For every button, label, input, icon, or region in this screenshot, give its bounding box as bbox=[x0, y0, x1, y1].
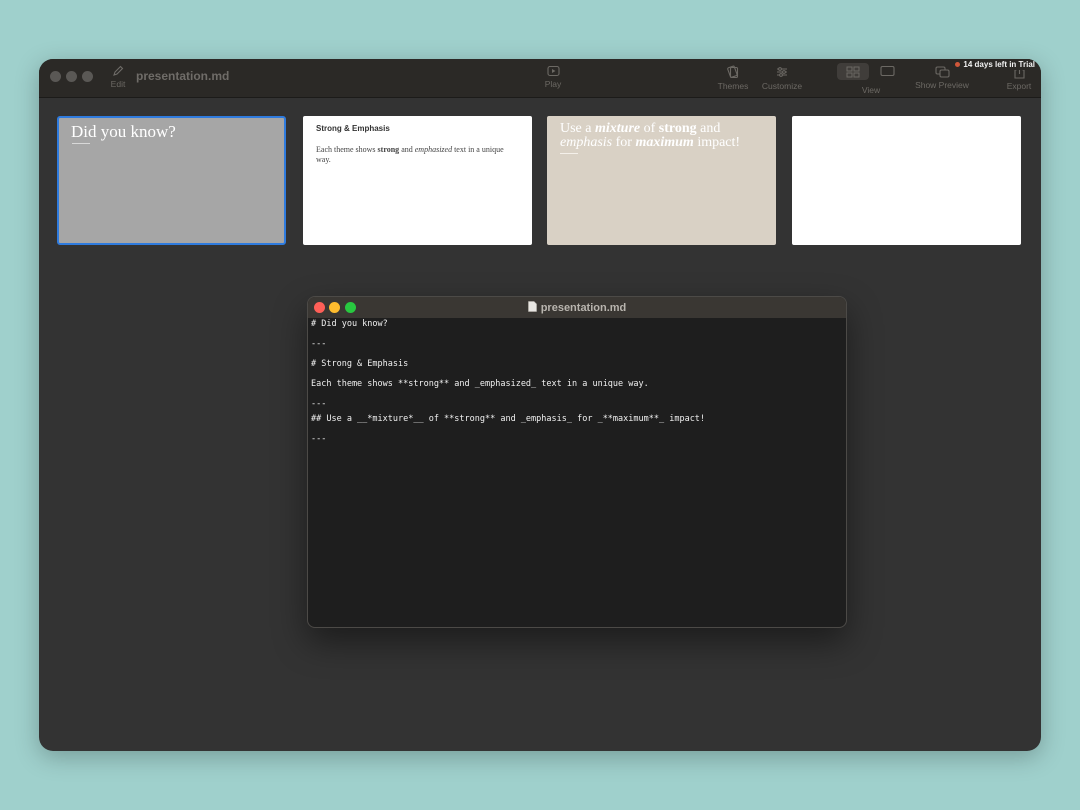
slide-3-heading: Use a mixture of strong and emphasis for… bbox=[560, 121, 741, 150]
single-view-button[interactable] bbox=[871, 65, 903, 77]
play-button[interactable]: Play bbox=[525, 65, 581, 89]
edit-button[interactable]: Edit bbox=[105, 65, 131, 89]
document-icon bbox=[527, 301, 537, 312]
editor-line: --- bbox=[311, 399, 327, 409]
editor-line: # Did you know? bbox=[311, 319, 388, 329]
editor-line: Each theme shows **strong** and _emphasi… bbox=[311, 379, 649, 389]
editor-titlebar: presentation.md bbox=[308, 297, 846, 318]
editor-text-area[interactable]: # Did you know? --- # Strong & Emphasis … bbox=[308, 318, 846, 445]
play-icon bbox=[546, 65, 560, 77]
editor-line: ## Use a __*mixture*__ of **strong** and… bbox=[311, 414, 706, 424]
trial-badge[interactable]: 14 days left in Trial bbox=[953, 59, 1037, 70]
play-label: Play bbox=[544, 79, 562, 89]
slide-thumbnail-2[interactable]: Strong & Emphasis Each theme shows stron… bbox=[303, 116, 532, 245]
close-window-button[interactable] bbox=[50, 71, 61, 82]
trial-dot-icon bbox=[955, 62, 961, 68]
show-preview-label: Show Preview bbox=[915, 80, 969, 90]
slide-thumbnail-1[interactable]: Did you know? bbox=[57, 116, 286, 245]
editor-line: --- bbox=[311, 434, 327, 444]
slide-2-paragraph: Each theme shows strong and emphasized t… bbox=[316, 145, 504, 164]
themes-button[interactable]: Themes bbox=[711, 65, 755, 91]
slide-thumbnail-4[interactable] bbox=[792, 116, 1021, 245]
slide-3-rule bbox=[560, 153, 578, 154]
slide-2-heading: Strong & Emphasis bbox=[316, 124, 390, 133]
customize-button[interactable]: Customize bbox=[757, 65, 807, 91]
editor-line: # Strong & Emphasis bbox=[311, 359, 409, 369]
grid-icon bbox=[846, 66, 860, 77]
edit-label: Edit bbox=[110, 79, 126, 89]
grid-view-button[interactable] bbox=[837, 63, 869, 80]
zoom-window-button[interactable] bbox=[82, 71, 93, 82]
editor-title: presentation.md bbox=[308, 301, 846, 314]
slide-icon bbox=[879, 65, 895, 77]
document-title: presentation.md bbox=[136, 69, 230, 83]
preview-icon bbox=[934, 66, 950, 78]
toolbar: Edit presentation.md Play Themes Customi… bbox=[39, 59, 1041, 98]
slide-thumbnail-3[interactable]: Use a mixture of strong and emphasis for… bbox=[547, 116, 776, 245]
customize-label: Customize bbox=[761, 81, 803, 91]
view-label: View bbox=[861, 85, 881, 95]
minimize-window-button[interactable] bbox=[66, 71, 77, 82]
editor-line: --- bbox=[311, 339, 327, 349]
themes-icon bbox=[727, 65, 739, 79]
pencil-icon bbox=[113, 65, 124, 76]
markdown-editor-window[interactable]: presentation.md # Did you know? --- # St… bbox=[307, 296, 847, 628]
slide-1-rule bbox=[72, 143, 90, 144]
export-label: Export bbox=[1006, 81, 1032, 91]
slide-1-title: Did you know? bbox=[71, 122, 176, 141]
themes-label: Themes bbox=[717, 81, 749, 91]
trial-text: 14 days left in Trial bbox=[963, 60, 1035, 69]
sliders-icon bbox=[777, 67, 787, 77]
